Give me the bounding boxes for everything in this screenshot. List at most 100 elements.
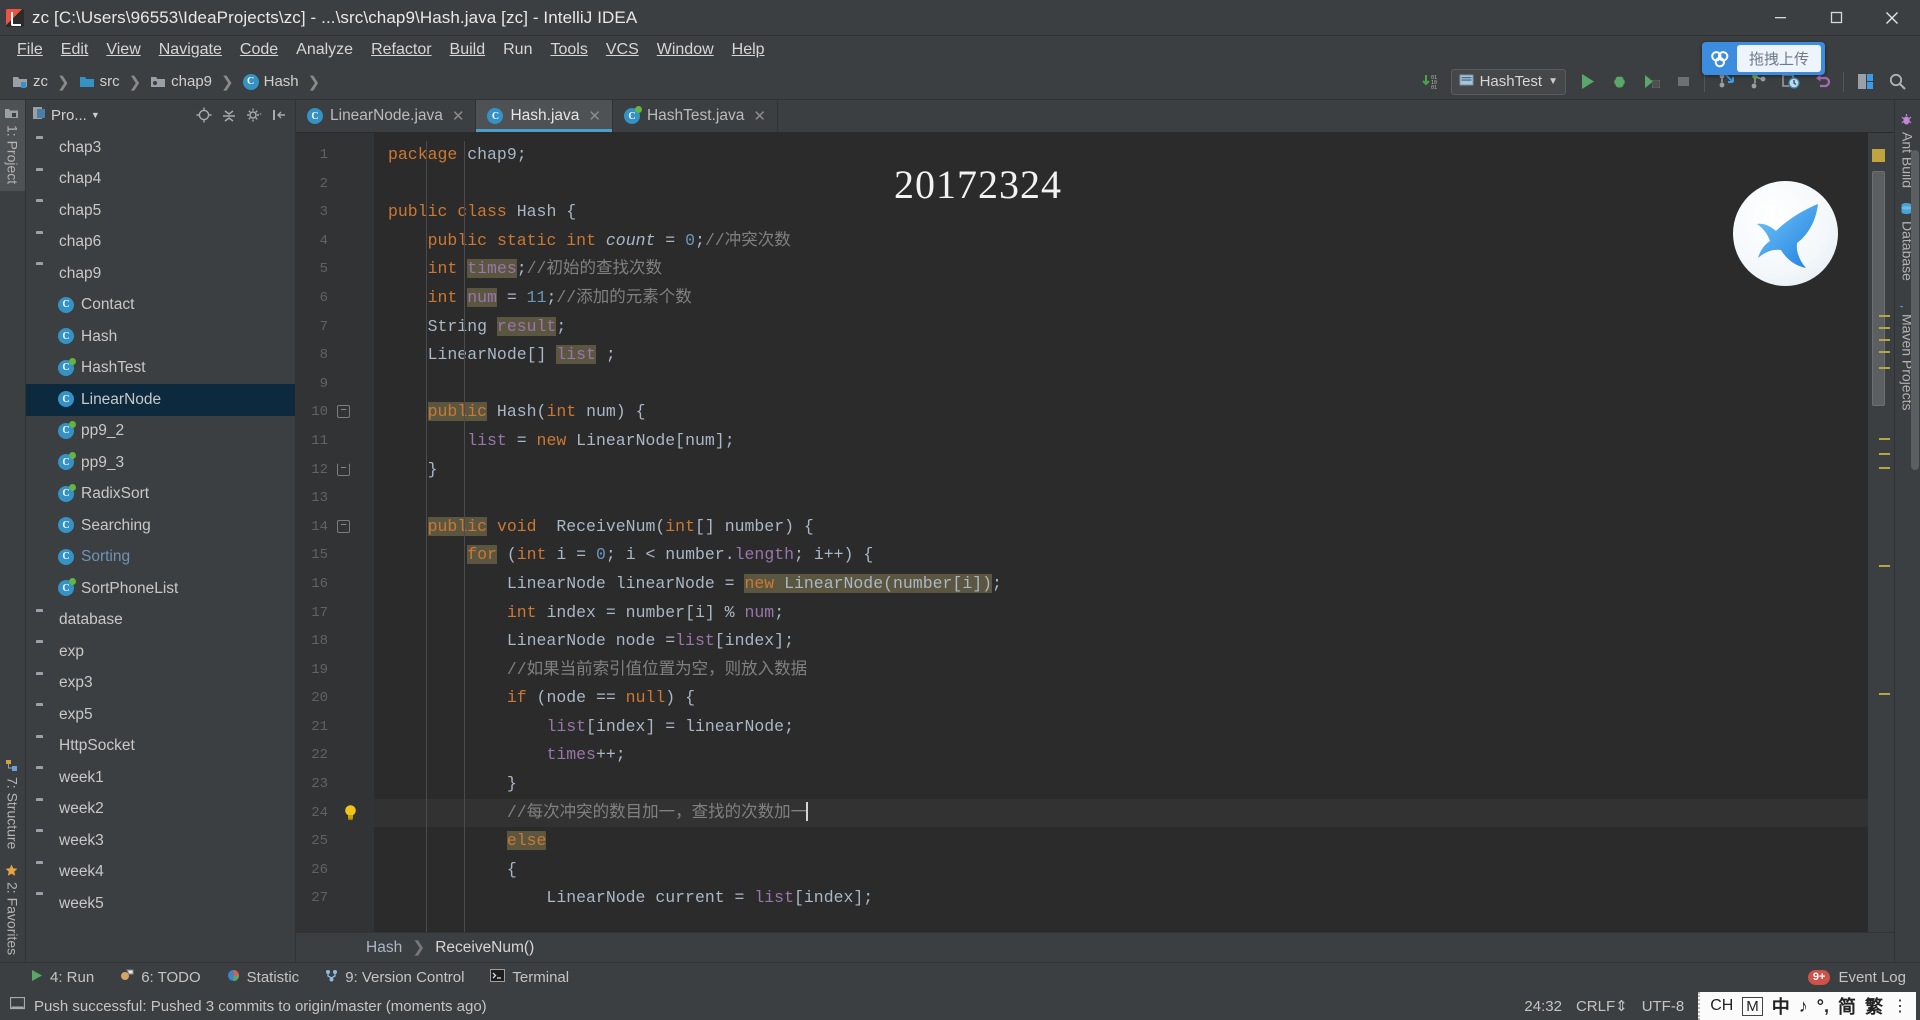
project-tree-scrollbar[interactable]	[1911, 150, 1919, 470]
code-line[interactable]: list[index] = linearNode;	[374, 713, 1868, 742]
tree-node-radixsort[interactable]: C RadixSort	[26, 479, 295, 511]
editor-marker-strip[interactable]	[1868, 133, 1894, 932]
sidebar-item-favorites[interactable]: 2: Favorites	[0, 857, 25, 962]
inspection-status-indicator[interactable]	[1872, 149, 1885, 162]
fold-collapse-icon[interactable]: −	[337, 405, 350, 419]
code-line[interactable]: public Hash(int num) {	[374, 398, 1868, 427]
stop-icon[interactable]	[1668, 67, 1698, 97]
tab-hashtest-java[interactable]: C HashTest.java ✕	[613, 100, 778, 132]
code-line[interactable]: LinearNode node =list[index];	[374, 627, 1868, 656]
tool-window-statistic[interactable]: Statistic	[227, 969, 299, 986]
ime-punctuation-icon[interactable]: °,	[1817, 996, 1829, 1017]
fold-collapse-icon[interactable]: −	[337, 519, 350, 533]
scrollbar-thumb[interactable]	[1872, 171, 1885, 406]
status-message-area[interactable]: Push successful: Pushed 3 commits to ori…	[9, 996, 487, 1015]
debug-icon[interactable]	[1604, 67, 1634, 97]
breadcrumb-item-zc[interactable]: zc	[10, 71, 50, 92]
close-icon[interactable]: ✕	[452, 107, 465, 125]
breadcrumb-item-src[interactable]: src	[77, 71, 122, 92]
tree-node-exp[interactable]: exp	[26, 636, 295, 668]
code-line[interactable]	[374, 170, 1868, 199]
tree-node-pp9-2[interactable]: Cpp9_2	[26, 416, 295, 448]
locate-icon[interactable]	[194, 105, 214, 125]
run-configuration-selector[interactable]: HashTest ▼	[1450, 68, 1566, 95]
maximize-button[interactable]	[1808, 0, 1864, 36]
code-line[interactable]: //如果当前索引值位置为空，则放入数据	[374, 656, 1868, 685]
tree-node-exp5[interactable]: exp5	[26, 699, 295, 731]
project-tree[interactable]: chap3 chap4 chap5 chap6 chap9 C Contact C Hash C H…	[26, 130, 295, 962]
file-encoding[interactable]: UTF-8	[1642, 998, 1685, 1015]
tree-node-httpsocket[interactable]: HttpSocket	[26, 731, 295, 763]
menu-refactor[interactable]: Refactor	[362, 38, 440, 62]
run-icon[interactable]	[1572, 67, 1602, 97]
close-icon[interactable]: ✕	[588, 107, 601, 125]
menu-help[interactable]: Help	[723, 38, 774, 62]
code-content[interactable]: 20172324 package chap9; public class Has…	[374, 133, 1868, 932]
tree-node-linearnode[interactable]: C LinearNode	[26, 384, 295, 416]
code-line[interactable]	[374, 370, 1868, 399]
code-line[interactable]: LinearNode current = list[index];	[374, 884, 1868, 913]
tree-node-sorting[interactable]: C Sorting	[26, 542, 295, 574]
breadcrumb-item-chap9[interactable]: chap9	[148, 71, 214, 92]
drag-upload-overlay[interactable]: 拖拽上传	[1701, 42, 1825, 75]
line-separator[interactable]: CRLF⇕	[1576, 997, 1628, 1015]
minimize-button[interactable]	[1752, 0, 1808, 36]
menu-navigate[interactable]: Navigate	[150, 38, 231, 62]
tool-window-run[interactable]: 4: Run	[30, 969, 94, 986]
code-line[interactable]: public void ReceiveNum(int[] number) {	[374, 513, 1868, 542]
menu-file[interactable]: File	[8, 38, 52, 62]
tree-node-database[interactable]: database	[26, 605, 295, 637]
code-line[interactable]: public class Hash {	[374, 198, 1868, 227]
settings-icon[interactable]	[1850, 67, 1880, 97]
code-line[interactable]: LinearNode linearNode = new LinearNode(n…	[374, 570, 1868, 599]
fold-end-icon[interactable]: −	[337, 462, 350, 476]
tree-node-pp9-3[interactable]: Cpp9_3	[26, 447, 295, 479]
menu-run[interactable]: Run	[494, 38, 541, 62]
code-line[interactable]: int times;//初始的查找次数	[374, 255, 1868, 284]
tab-linearnode-java[interactable]: C LinearNode.java ✕	[296, 100, 477, 132]
code-line[interactable]: list = new LinearNode[num];	[374, 427, 1868, 456]
intention-bulb-icon[interactable]	[343, 804, 358, 821]
code-line[interactable]: int num = 11;//添加的元素个数	[374, 284, 1868, 313]
ime-toolbox-icon[interactable]: 繁	[1865, 993, 1883, 1019]
code-line[interactable]: if (node == null) {	[374, 684, 1868, 713]
menu-tools[interactable]: Tools	[541, 38, 596, 62]
hide-panel-icon[interactable]	[269, 105, 289, 125]
code-line[interactable]: public static int count = 0;//冲突次数	[374, 227, 1868, 256]
menu-code[interactable]: Code	[231, 38, 287, 62]
tree-node-week3[interactable]: week3	[26, 825, 295, 857]
tool-window-event-log[interactable]: Event Log	[1838, 969, 1906, 986]
tree-node-week5[interactable]: week5	[26, 888, 295, 920]
ime-chinese-icon[interactable]: 中	[1772, 993, 1790, 1019]
code-line[interactable]: //每次冲突的数目加一，查找的次数加一	[374, 798, 1868, 828]
tree-node-contact[interactable]: C Contact	[26, 290, 295, 322]
code-line[interactable]: else	[374, 827, 1868, 856]
caret-position[interactable]: 24:32	[1524, 998, 1562, 1015]
breadcrumb-item-hash[interactable]: C Hash	[241, 71, 301, 92]
sidebar-item-project[interactable]: 1: Project	[0, 100, 25, 192]
editor-breadcrumb[interactable]: Hash ❯ ReceiveNum()	[296, 932, 1894, 962]
editor-breadcrumb-class[interactable]: Hash	[366, 939, 402, 957]
menu-vcs[interactable]: VCS	[597, 38, 648, 62]
ime-toolbar[interactable]: CH M 中 ♪ °, 简 繁 ⋮	[1698, 992, 1916, 1020]
tree-node-exp3[interactable]: exp3	[26, 668, 295, 700]
tool-window-version-control[interactable]: 9: Version Control	[325, 969, 464, 986]
collapse-all-icon[interactable]	[219, 105, 239, 125]
menu-edit[interactable]: Edit	[52, 38, 98, 62]
code-line[interactable]: for (int i = 0; i < number.length; i++) …	[374, 541, 1868, 570]
tree-node-chap3[interactable]: chap3	[26, 132, 295, 164]
sidebar-item-structure[interactable]: 7: Structure	[0, 752, 25, 856]
code-line[interactable]: LinearNode[] list ;	[374, 341, 1868, 370]
tree-node-hashtest[interactable]: C HashTest	[26, 353, 295, 385]
tab-hash-java[interactable]: C Hash.java ✕	[476, 100, 613, 132]
update-project-icon[interactable]: 01 10 01	[1415, 67, 1445, 97]
close-button[interactable]	[1864, 0, 1920, 36]
ime-mode-icon[interactable]: M	[1742, 996, 1763, 1016]
project-panel-title[interactable]: Pro... ▼	[32, 106, 100, 125]
code-line[interactable]: package chap9;	[374, 141, 1868, 170]
tool-window-todo[interactable]: 6: TODO	[120, 969, 201, 986]
menu-view[interactable]: View	[97, 38, 149, 62]
tree-node-chap6[interactable]: chap6	[26, 227, 295, 259]
tree-node-chap5[interactable]: chap5	[26, 195, 295, 227]
ime-sound-icon[interactable]: ♪	[1799, 996, 1808, 1017]
